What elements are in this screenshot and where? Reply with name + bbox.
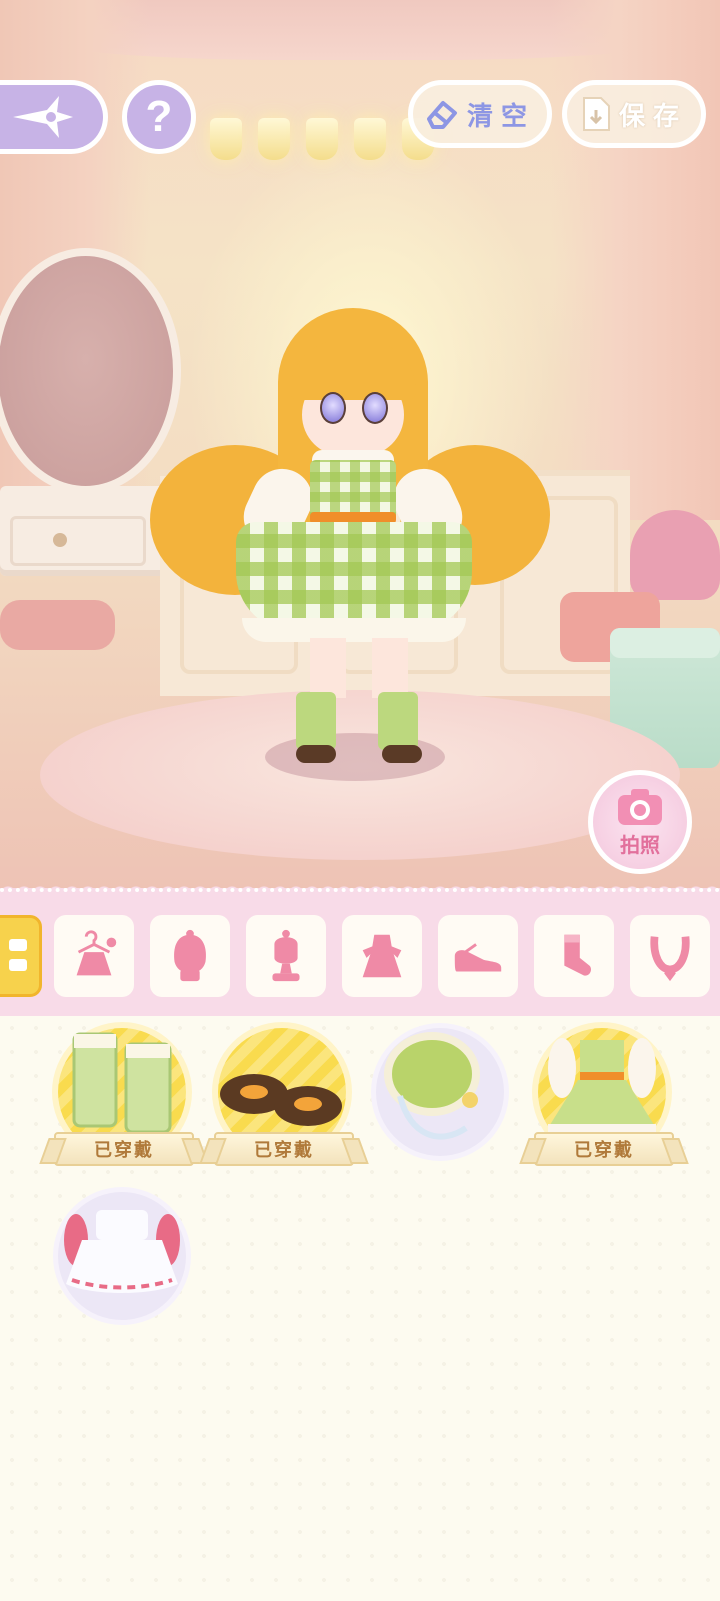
save-file-icon (582, 97, 610, 131)
tab-outfit-sets[interactable] (54, 915, 134, 997)
light-bulb (306, 118, 338, 160)
pink-white-dress-icon (64, 1210, 180, 1293)
tab-dress[interactable] (342, 915, 422, 997)
item-card-green-socks[interactable]: 已穿戴 (52, 1016, 194, 1166)
clear-label: 清空 (466, 100, 535, 131)
item-card-green-bonnet[interactable] (370, 1016, 510, 1166)
photo-button[interactable]: 拍照 (588, 770, 692, 874)
skirt-hem (242, 618, 466, 642)
eye-right (362, 392, 388, 424)
item-grid: 已穿戴 已穿戴 已穿戴 (0, 1016, 720, 1601)
worn-badge: 已穿戴 (214, 1132, 354, 1166)
curtain-right (550, 0, 720, 520)
sparkle-back-icon (12, 96, 73, 138)
bow-shoes-icon (220, 1074, 342, 1126)
tab-collapse-handle[interactable] (0, 915, 42, 997)
green-bonnet-icon (384, 1032, 480, 1140)
dress-icon (362, 934, 402, 978)
drawer-knob (53, 533, 67, 547)
save-label: 保存 (618, 100, 687, 131)
shoe-left (296, 745, 336, 763)
hair-icon (174, 929, 206, 982)
shoe-icon (454, 943, 502, 972)
tab-socks[interactable] (534, 915, 614, 997)
tab-headwear[interactable] (246, 915, 326, 997)
vanity-stool (0, 600, 115, 650)
tab-shoes[interactable] (438, 915, 518, 997)
camera-icon (618, 788, 662, 825)
help-icon: ? (145, 92, 173, 141)
tab-necklace[interactable] (630, 915, 710, 997)
necklace-icon (650, 936, 690, 982)
worn-badge: 已穿戴 (534, 1132, 674, 1166)
leg-left (310, 638, 346, 698)
headwear-icon (272, 929, 300, 982)
help-button[interactable]: ? (122, 80, 196, 154)
gingham-dress-icon (548, 1038, 656, 1132)
shoe-right (382, 745, 422, 763)
light-bulb (258, 118, 290, 160)
hanger-dress-icon (76, 930, 117, 976)
item-card-gingham-dress[interactable]: 已穿戴 (532, 1016, 674, 1166)
light-bulb (354, 118, 386, 160)
menu-handle-icon (9, 939, 27, 971)
leg-right (372, 638, 408, 698)
pink-plush (630, 510, 720, 600)
back-button[interactable] (0, 80, 108, 154)
vanity-table (0, 486, 170, 576)
sock-icon (564, 934, 592, 976)
vanity-drawer (10, 516, 146, 566)
light-bulb (210, 118, 242, 160)
sock-right (378, 692, 418, 750)
worn-badge: 已穿戴 (54, 1132, 194, 1166)
clear-button[interactable]: 清空 (408, 80, 552, 148)
gingham-skirt (236, 522, 472, 632)
eraser-icon (426, 101, 457, 129)
save-button[interactable]: 保存 (562, 80, 706, 148)
sock-left (296, 692, 336, 750)
tab-hair[interactable] (150, 915, 230, 997)
green-socks-icon (72, 1032, 172, 1134)
photo-label: 拍照 (620, 834, 660, 857)
character-avatar[interactable] (150, 300, 550, 770)
eye-left (320, 392, 346, 424)
item-card-pink-dress[interactable] (52, 1180, 192, 1330)
item-card-bow-shoes[interactable]: 已穿戴 (212, 1016, 354, 1166)
